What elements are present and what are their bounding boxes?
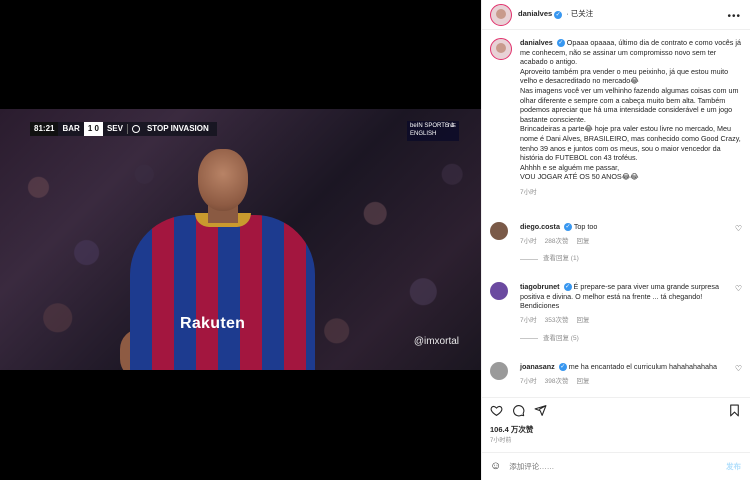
comment-meta: 7小时 353次赞 回复 [520,317,742,326]
comment-body: diego.costa ✓ Top too [520,222,730,232]
comment-username[interactable]: joanasanz [520,362,555,371]
comment-time: 7小时 [520,237,537,245]
caption-text: Opaaa opaaaa, último dia de contrato e c… [520,38,741,182]
away-team: SEV [106,123,123,133]
home-team: BAR [62,123,80,133]
player-figure: Rakuten [120,139,320,370]
verified-badge-icon: ✓ [563,223,572,232]
shirt-sponsor: Rakuten [180,315,246,332]
commenter-avatar[interactable] [490,222,508,240]
verified-badge-icon: ✓ [558,363,567,372]
follow-state[interactable]: · 已关注 [566,9,593,19]
comment-item: tiagobrunet ✓ É prepare-se para viver um… [490,282,742,343]
reply-button[interactable]: 回复 [576,317,589,326]
comment-username[interactable]: diego.costa [520,222,560,231]
caption-body: danialves ✓ Opaaa opaaaa, último dia de … [520,38,742,182]
more-options-icon[interactable]: ••• [727,10,741,24]
share-send-icon[interactable] [534,404,547,417]
replies-divider [520,259,538,261]
like-comment-heart-icon[interactable]: ♡ [735,284,742,295]
comment-item: joanasanz ✓ me ha encantado el curriculu… [490,362,742,386]
scorebug-tag-label: STOP INVASION [146,123,209,133]
video-player[interactable]: 81:21 BAR 1 0 SEV STOP INVASION LIVE beI… [0,109,481,370]
like-heart-icon[interactable] [490,404,503,417]
like-comment-heart-icon[interactable]: ♡ [735,224,742,235]
add-comment-bar: ☺ 发布 [482,452,750,480]
broadcaster-logo: LIVE beIN SPORTS 1 ENGLISH [407,121,459,141]
view-replies-label[interactable]: 查看回复 (1) [543,255,579,264]
save-bookmark-icon[interactable] [728,404,741,417]
broadcaster-sub: ENGLISH [410,131,437,137]
comment-bubble-icon[interactable] [512,404,525,417]
video-watermark: @imxortal [413,335,459,347]
comment-input[interactable] [509,462,710,471]
scorebug-tag: STOP INVASION [126,123,217,135]
comment-item: diego.costa ✓ Top too 7小时 288次赞 回复 查看回复 … [490,222,742,264]
caption-avatar[interactable] [490,38,512,60]
author-username[interactable]: danialves [518,9,552,19]
commenter-avatar[interactable] [490,362,508,380]
comment-likes[interactable]: 398次赞 [545,378,569,387]
comment-body: joanasanz ✓ me ha encantado el curriculu… [520,362,730,372]
comment-text: Top too [573,222,598,231]
verified-badge-icon: ✓ [556,39,565,48]
action-icon-row [490,404,547,417]
post-comment-button[interactable]: 发布 [726,462,741,472]
media-area: 81:21 BAR 1 0 SEV STOP INVASION LIVE beI… [0,0,481,480]
scorebug: 81:21 BAR 1 0 SEV STOP INVASION [30,122,217,136]
verified-badge-icon: ✓ [554,10,563,19]
comment-likes[interactable]: 353次赞 [545,317,569,326]
match-score: 1 0 [83,122,103,136]
comment-meta: 7小时 398次赞 回复 [520,378,742,387]
comment-text: me ha encantado el curriculum hahahahaha… [568,362,718,371]
live-badge: LIVE [445,123,456,129]
post-caption: danialves ✓ Opaaa opaaaa, último dia de … [490,38,742,198]
caption-time: 7小时 [520,188,537,196]
comments-scroll-area[interactable]: danialves ✓ Opaaa opaaaa, último dia de … [482,34,750,394]
comment-likes[interactable]: 288次赞 [545,238,569,247]
post-timestamp: 7小时前 [490,438,512,444]
view-replies-label[interactable]: 查看回复 (5) [543,335,579,344]
emoji-picker-icon[interactable]: ☺ [490,459,501,474]
player-shirt [130,215,315,370]
comment-body: tiagobrunet ✓ É prepare-se para viver um… [520,282,730,311]
commenter-avatar[interactable] [490,282,508,300]
player-head [198,149,248,211]
verified-badge-icon: ✓ [563,283,572,292]
match-time: 81:21 [30,122,59,136]
author-avatar[interactable] [490,3,512,26]
likes-count[interactable]: 106.4 万次赞 [490,425,533,435]
like-comment-heart-icon[interactable]: ♡ [735,364,742,375]
view-replies[interactable]: 查看回复 (5) [520,335,742,344]
stop-icon [131,124,140,133]
comment-time: 7小时 [520,316,537,324]
comment-username[interactable]: tiagobrunet [520,282,560,291]
replies-divider [520,338,538,340]
post-header: danialves ✓ · 已关注 ••• [482,0,750,30]
reply-button[interactable]: 回复 [576,378,589,387]
view-replies[interactable]: 查看回复 (1) [520,255,742,264]
post-side-panel: danialves ✓ · 已关注 ••• danialves ✓ Opaaa … [481,0,750,480]
reply-button[interactable]: 回复 [576,238,589,247]
comment-meta: 7小时 288次赞 回复 [520,238,742,247]
instagram-post-modal: 81:21 BAR 1 0 SEV STOP INVASION LIVE beI… [0,0,750,480]
comment-time: 7小时 [520,377,537,385]
caption-username[interactable]: danialves [520,38,553,47]
